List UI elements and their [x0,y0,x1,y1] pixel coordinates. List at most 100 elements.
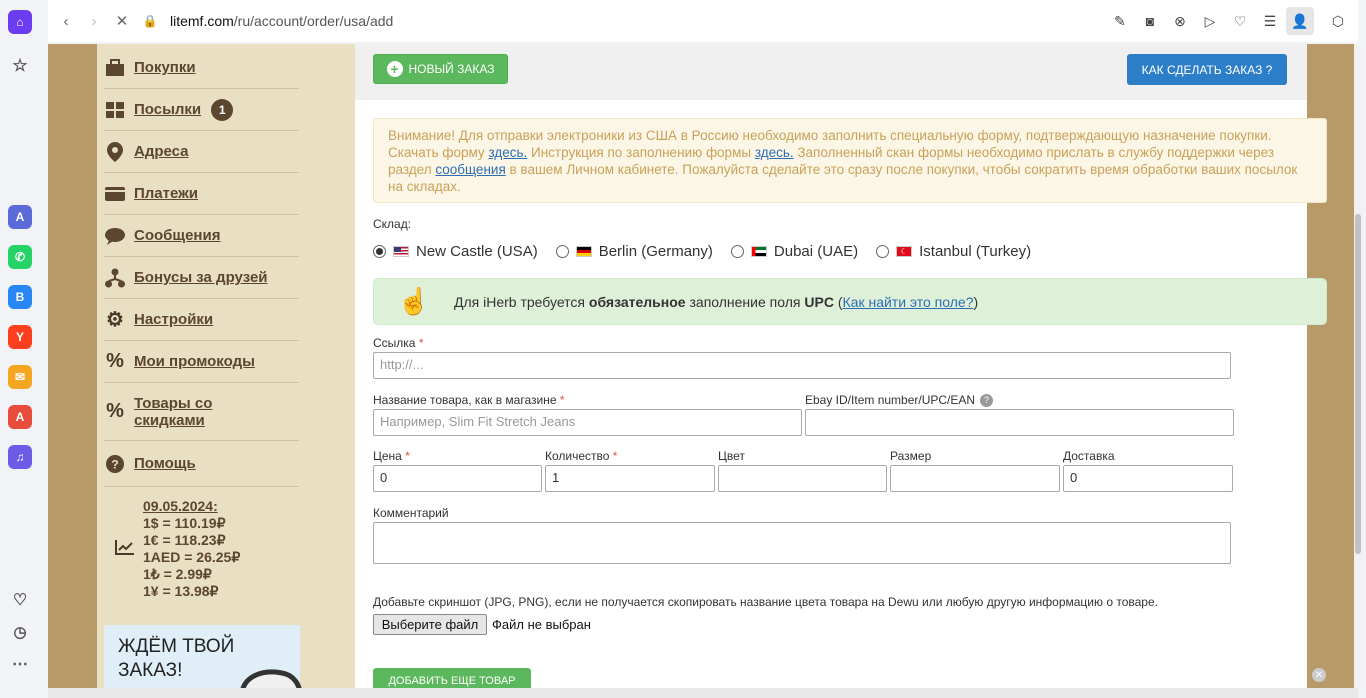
star-icon[interactable]: ☆ [8,54,32,78]
messages-link[interactable]: сообщения [435,162,505,177]
pointing-hand-icon: ☝ [397,286,431,316]
favorites-icon[interactable]: ♡ [8,588,32,612]
color-input[interactable] [718,465,887,492]
sidebar-item-promocodes[interactable]: % Мои промокоды [104,341,299,383]
sidebar-item-referral[interactable]: Бонусы за друзей [104,257,299,299]
chat-icon [104,225,126,247]
radio-selected[interactable] [373,245,386,258]
germany-flag-icon [575,246,592,257]
sidebar-item-label: Товары со скидками [134,394,213,429]
sidebar-item-label: Адреса [134,143,189,160]
warehouse-option-turkey[interactable]: ☾ Istanbul (Turkey) [876,243,1031,260]
radio-unselected[interactable] [876,245,890,258]
back-icon[interactable]: ‹ [52,7,80,35]
usa-flag-icon [393,246,409,257]
link-label-text: Ссылка [373,336,416,350]
close-icon[interactable]: ✕ [1312,668,1326,682]
promo-illustration-icon [240,669,302,688]
home-icon[interactable]: ⌂ [8,10,32,34]
rate-aed: 1AED = 26.25₽ [143,549,241,565]
price-input[interactable]: 0 [373,465,542,492]
sidebar-item-parcels[interactable]: Посылки 1 [104,89,299,131]
sidebar-item-settings[interactable]: ⚙ Настройки [104,299,299,341]
uae-flag-icon [750,246,767,257]
quantity-value: 1 [552,470,560,485]
required-mark: * [418,336,424,350]
new-order-button[interactable]: + НОВЫЙ ЗАКАЗ [373,54,508,84]
sidebar-item-label: Платежи [134,185,198,202]
how-to-order-button[interactable]: КАК СДЕЛАТЬ ЗАКАЗ ? [1127,54,1287,85]
help-icon[interactable]: ? [980,393,994,407]
warehouse-option-uae[interactable]: Dubai (UAE) [730,243,859,260]
size-input[interactable] [890,465,1060,492]
size-label: Размер [890,449,932,463]
link-placeholder: http://... [380,357,424,372]
promo-banner[interactable]: ЖДЁМ ТВОЙ ЗАКАЗ! [104,625,302,688]
form-instructions-link[interactable]: здесь. [755,145,794,160]
warehouse-turkey-label: Istanbul (Turkey) [919,243,1032,260]
product-name-input[interactable]: Например, Slim Fit Stretch Jeans [373,409,802,436]
sidebar-item-payments[interactable]: Платежи [104,173,299,215]
required-mark: * [612,449,618,463]
app-alice-icon[interactable]: A [8,205,32,229]
history-icon[interactable]: ◷ [8,620,32,644]
new-order-label: НОВЫЙ ЗАКАЗ [408,62,495,76]
address-bar[interactable]: litemf.com/ru/account/order/usa/add [170,13,393,29]
vk-icon[interactable]: B [8,285,32,309]
more-icon[interactable]: ⋯ [8,652,32,676]
whatsapp-icon[interactable]: ✆ [8,245,32,269]
rate-usd: 1$ = 110.19₽ [143,515,226,531]
sidebar-item-messages[interactable]: Сообщения [104,215,299,257]
warehouse-option-germany[interactable]: Berlin (Germany) [555,243,713,260]
browser-side-rail: ⌂ ☆ A ✆ B Y ✉ A ♫ ♡ ◷ ⋯ [0,0,40,698]
link-input[interactable]: http://... [373,352,1231,379]
translate-icon[interactable]: A [8,405,32,429]
play-icon[interactable]: ▷ [1196,7,1224,35]
radio-unselected[interactable] [730,245,744,258]
account-sidebar: Покупки Посылки 1 Адреса Платежи Сообщен… [97,44,355,688]
profile-icon[interactable]: 👤 [1286,7,1314,35]
delivery-input[interactable]: 0 [1063,465,1233,492]
screenshot-note: Добавьте скриншот (JPG, PNG), если не по… [373,595,1158,609]
iherb-text-required: обязательное [588,293,686,310]
comment-textarea[interactable] [373,522,1231,564]
mail-icon[interactable]: ✉ [8,365,32,389]
price-label-text: Цена [373,449,402,463]
menu-icon[interactable]: ☰ [1256,7,1284,35]
page-scrollbar[interactable] [1354,44,1362,688]
sidebar-item-label: Настройки [134,311,214,328]
music-icon[interactable]: ♫ [8,445,32,469]
warehouse-option-usa[interactable]: New Castle (USA) [373,243,538,260]
find-upc-link[interactable]: Как найти это поле? [843,294,974,310]
radio-unselected[interactable] [555,245,569,258]
scrollbar-thumb[interactable] [1355,214,1361,554]
sidebar-item-purchases[interactable]: Покупки [104,47,299,89]
stop-icon[interactable]: ✕ [108,7,136,35]
add-another-item-button[interactable]: ДОБАВИТЬ ЕЩЕ ТОВАР [373,668,531,688]
camera-icon[interactable]: ◙ [1136,7,1164,35]
edit-icon[interactable]: ✎ [1106,7,1134,35]
shield-icon[interactable]: ⊗ [1166,7,1194,35]
ebay-id-input[interactable] [805,409,1234,436]
sidebar-item-help[interactable]: ? Помощь [104,441,299,487]
download-form-link[interactable]: здесь. [488,145,527,160]
cube-icon[interactable]: ⬡ [1324,7,1352,35]
electronics-warning: Внимание! Для отправки электроники из СШ… [373,118,1327,203]
forward-icon[interactable]: › [80,7,108,35]
warehouse-uae-label: Dubai (UAE) [773,243,859,260]
svg-text:?: ? [111,457,118,471]
url-host: litemf.com [170,13,234,29]
wallet-icon [104,183,126,205]
sidebar-item-addresses[interactable]: Адреса [104,131,299,173]
warehouse-germany-label: Berlin (Germany) [598,243,713,260]
choose-file-button[interactable]: Выберите файл [373,614,487,635]
quantity-input[interactable]: 1 [545,465,715,492]
bag-icon [104,57,126,79]
iherb-text-upc: UPC [804,293,834,310]
sidebar-item-discounts[interactable]: % Товары со скидками [104,383,299,441]
heart-icon[interactable]: ♡ [1226,7,1254,35]
price-value: 0 [380,470,388,485]
web-page: Покупки Посылки 1 Адреса Платежи Сообщен… [48,44,1358,688]
price-label: Цена * [373,449,410,463]
yandex-icon[interactable]: Y [8,325,32,349]
